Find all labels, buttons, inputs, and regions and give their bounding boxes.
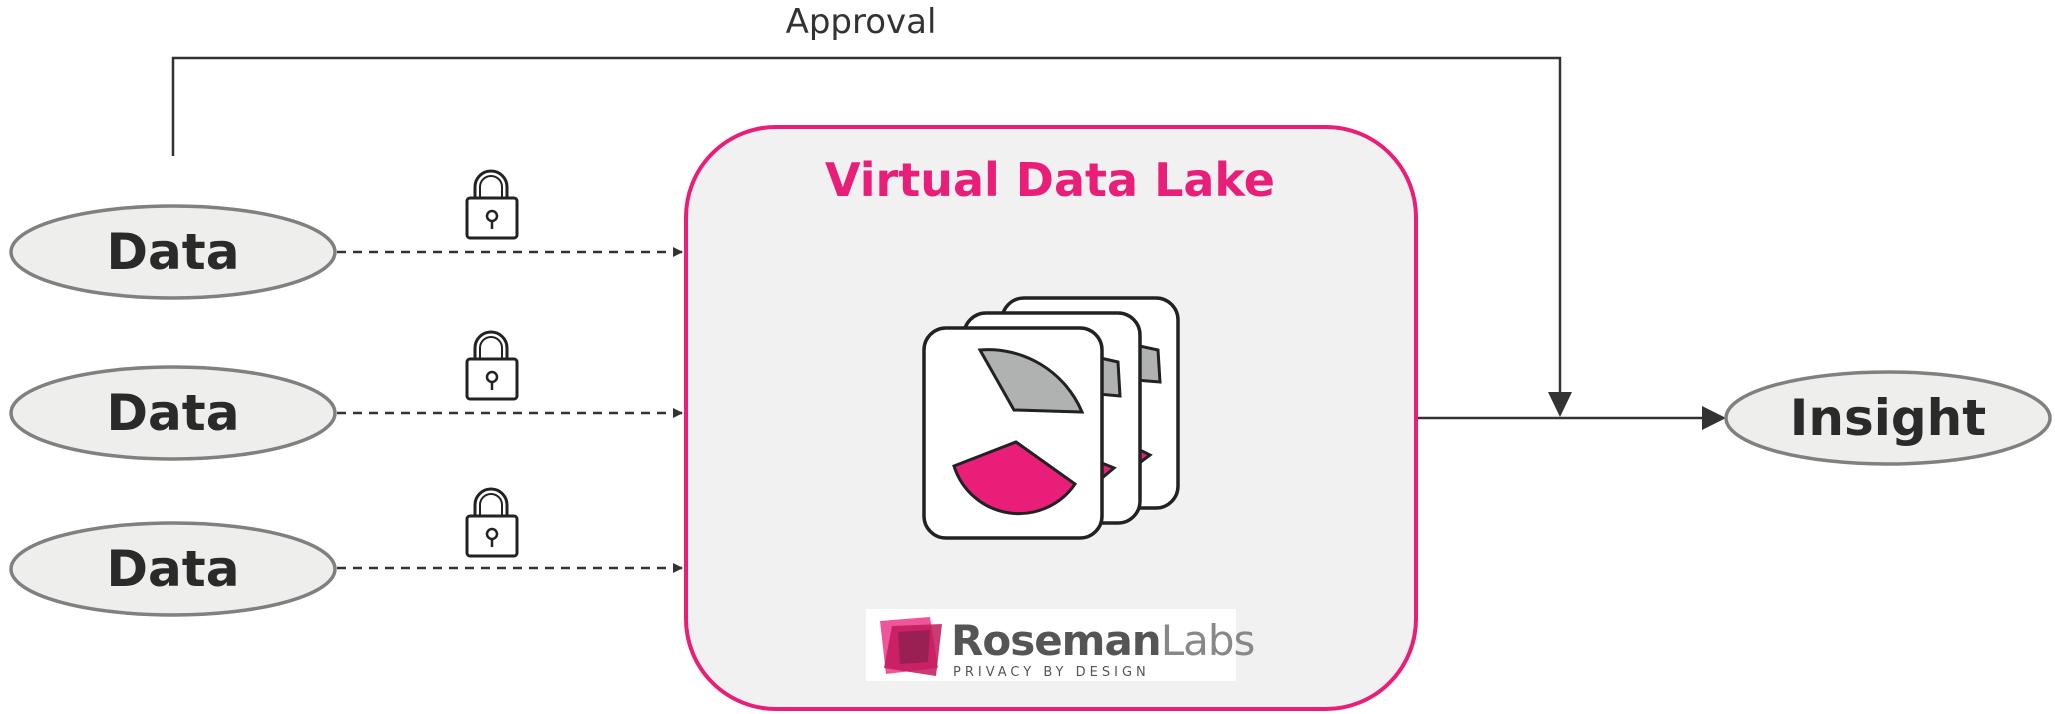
lake-title: Virtual Data Lake <box>825 153 1275 207</box>
logo-wordmark: RosemanLabs <box>951 616 1254 665</box>
logo-name-light: Labs <box>1161 616 1255 665</box>
virtual-data-lake: Virtual Data Lake RosemanLabs PRIVACY BY… <box>684 125 1418 711</box>
logo-tagline: PRIVACY BY DESIGN <box>953 665 1150 680</box>
data-source-2: Data <box>9 330 683 461</box>
insight-label: Insight <box>1790 389 1986 447</box>
lock-icon <box>465 169 519 240</box>
data-source-label: Data <box>107 540 240 598</box>
logo-mark-icon <box>880 617 942 676</box>
lock-icon <box>465 487 519 558</box>
data-source-label: Data <box>107 384 240 442</box>
insight-output: Insight <box>1418 370 2052 466</box>
data-source-label: Data <box>107 223 240 281</box>
approval-label: Approval <box>786 2 937 42</box>
logo-name-bold: Roseman <box>951 616 1161 665</box>
data-source-1: Data <box>9 169 683 300</box>
data-source-3: Data <box>9 487 683 617</box>
diagram: Approval Virtual Data Lake RosemanLabs P… <box>9 2 2052 711</box>
roseman-labs-logo: RosemanLabs PRIVACY BY DESIGN <box>866 609 1255 681</box>
lock-icon <box>465 330 519 401</box>
document-stack-icon <box>922 296 1180 540</box>
